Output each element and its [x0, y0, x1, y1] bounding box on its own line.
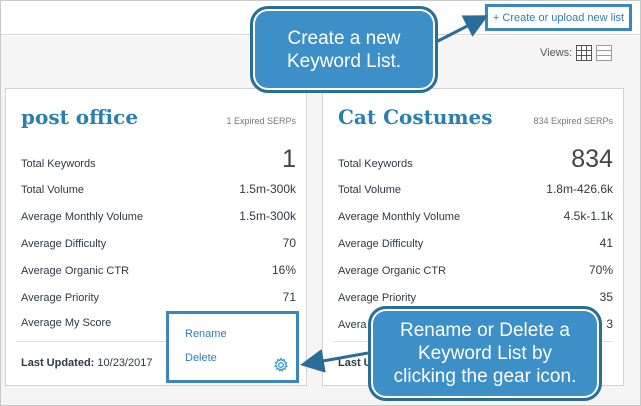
- stat-row: Average Organic CTR 16%: [21, 263, 296, 277]
- stat-value: 41: [599, 236, 613, 250]
- last-updated-label: Last Updated:: [21, 357, 95, 369]
- callout-line: Rename or Delete a: [399, 320, 571, 341]
- views-label: Views:: [540, 47, 573, 59]
- callout-line: clicking the gear icon.: [393, 366, 577, 387]
- last-updated-label: Last U: [338, 357, 372, 369]
- rename-menu-item[interactable]: Rename: [185, 328, 227, 340]
- stat-label: Average Organic CTR: [338, 265, 447, 277]
- stat-label: Total Volume: [338, 184, 401, 196]
- create-or-upload-list-link[interactable]: + Create or upload new list: [485, 4, 632, 31]
- last-updated: Last Updated: 10/23/2017: [21, 357, 152, 369]
- expired-serps-count: 834 Expired SERPs: [533, 116, 613, 126]
- stat-value: 1.5m-300k: [239, 209, 296, 223]
- expired-serps-count: 1 Expired SERPs: [226, 116, 296, 126]
- stat-row: Average Monthly Volume 1.5m-300k: [21, 209, 296, 223]
- stat-value: 3: [606, 317, 613, 331]
- stat-value: 4.5k-1.1k: [563, 209, 613, 223]
- card-title[interactable]: Cat Costumes: [338, 105, 493, 129]
- stat-label: Average Priority: [21, 292, 100, 304]
- grid-view-icon[interactable]: [576, 45, 593, 61]
- stat-row: Average Priority 71: [21, 290, 296, 304]
- view-toggle: Views:: [540, 45, 613, 61]
- stat-label: Average Difficulty: [338, 238, 424, 250]
- rename-delete-callout: Rename or Delete a Keyword List by click…: [368, 306, 602, 401]
- stat-value: 1.8m-426.6k: [546, 182, 613, 196]
- stat-label: Total Keywords: [21, 158, 96, 170]
- stat-value: 834: [571, 145, 613, 173]
- stat-value: 1: [282, 145, 296, 173]
- stat-label: Average Monthly Volume: [338, 211, 461, 223]
- stat-row: Average Difficulty 41: [338, 236, 613, 250]
- stat-row: Average Difficulty 70: [21, 236, 296, 250]
- stat-label: Avera: [338, 319, 367, 331]
- stat-label: Average Priority: [338, 292, 417, 304]
- stat-value: 16%: [271, 263, 296, 277]
- callout-line: Keyword List.: [286, 50, 402, 72]
- stat-label: Average My Score: [21, 317, 112, 329]
- card-title[interactable]: post office: [21, 105, 138, 129]
- stat-value: 35: [599, 290, 613, 304]
- callout-line: Keyword List by: [417, 343, 553, 364]
- stat-row: Total Volume 1.8m-426.6k: [338, 182, 613, 196]
- stat-label: Average Monthly Volume: [21, 211, 144, 223]
- list-view-icon[interactable]: [596, 45, 613, 61]
- stat-label: Total Keywords: [338, 158, 413, 170]
- last-updated-value: 10/23/2017: [97, 357, 153, 369]
- stat-value: 71: [282, 290, 296, 304]
- stat-label: Average Difficulty: [21, 238, 107, 250]
- stat-row: Total Keywords 834: [338, 145, 613, 174]
- stat-value: 70%: [588, 263, 613, 277]
- stat-row: Average Monthly Volume 4.5k-1.1k: [338, 209, 613, 223]
- create-list-callout: Create a new Keyword List.: [250, 6, 438, 93]
- stat-row: Average Priority 35: [338, 290, 613, 304]
- gear-icon[interactable]: [273, 357, 289, 373]
- delete-menu-item[interactable]: Delete: [185, 352, 217, 364]
- stat-row: Total Keywords 1: [21, 145, 296, 174]
- stat-row: Total Volume 1.5m-300k: [21, 182, 296, 196]
- stat-value: 70: [282, 236, 296, 250]
- callout-line: Create a new: [287, 27, 401, 49]
- stat-label: Average Organic CTR: [21, 265, 130, 277]
- stat-row: Average Organic CTR 70%: [338, 263, 613, 277]
- stat-value: 1.5m-300k: [239, 182, 296, 196]
- stat-label: Total Volume: [21, 184, 84, 196]
